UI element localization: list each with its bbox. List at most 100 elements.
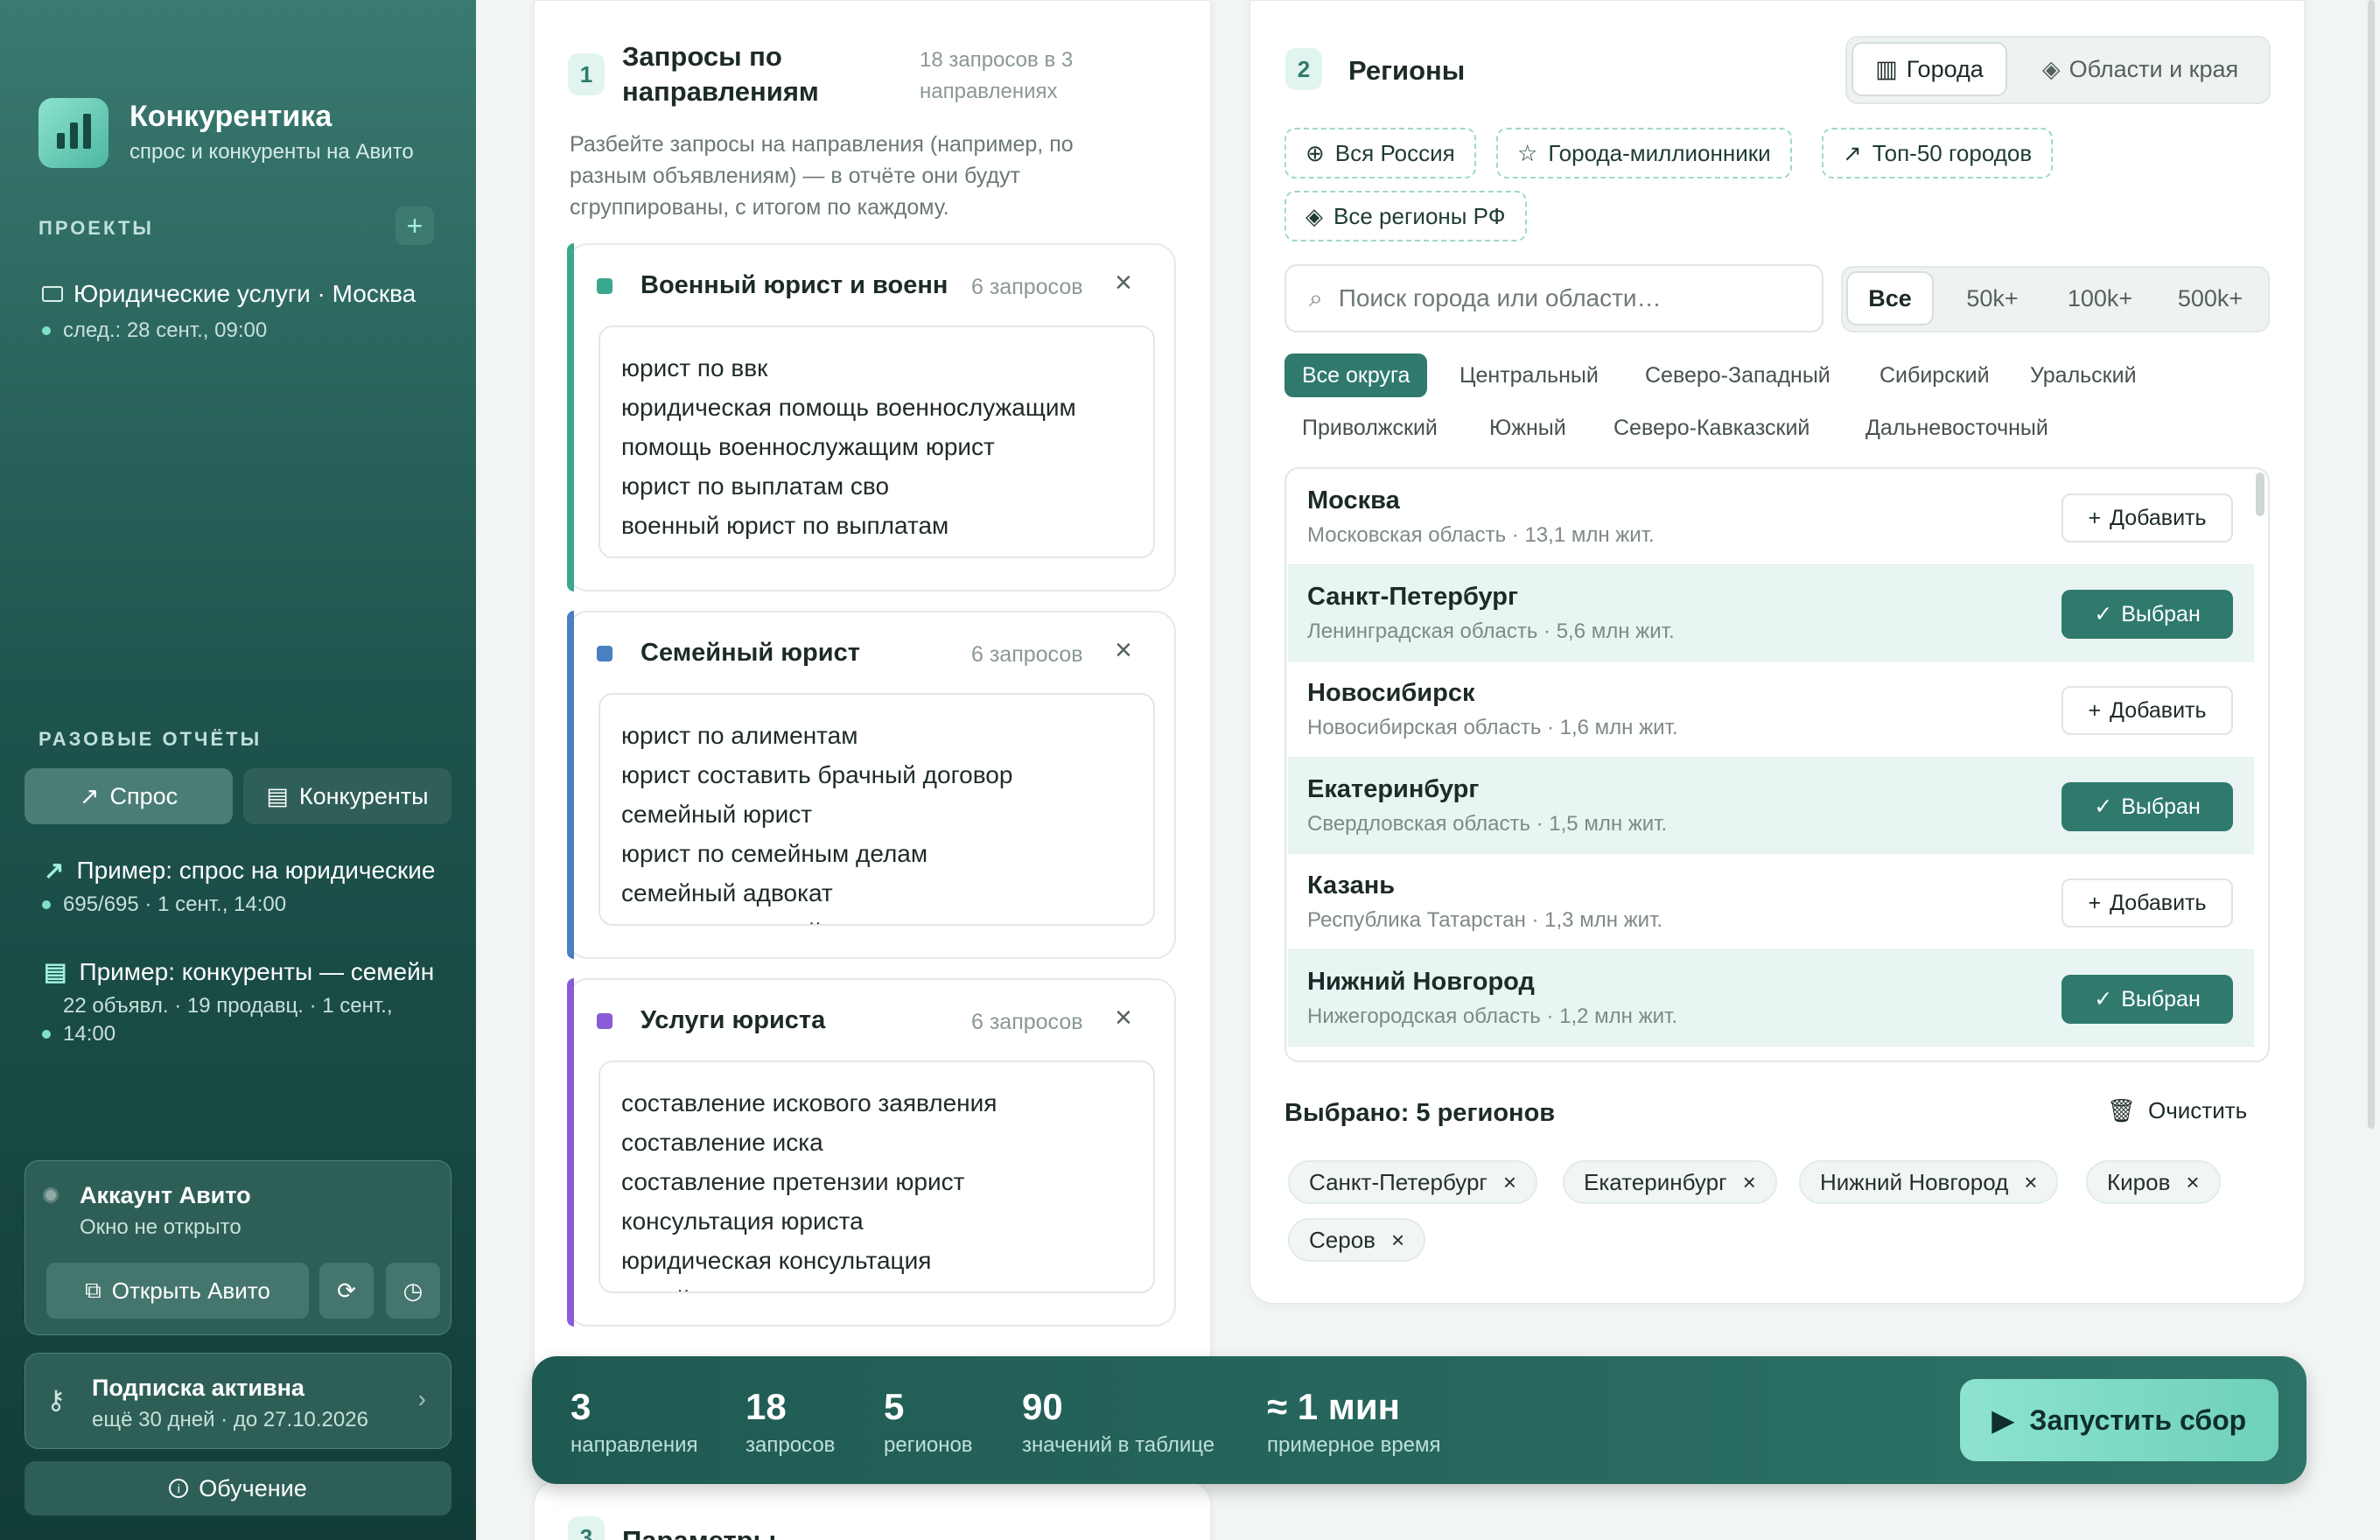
city-row[interactable]: Нижний Новгород Нижегородская область · 1… bbox=[1288, 950, 2254, 1046]
remove-pill-close-icon[interactable]: × bbox=[2186, 1169, 2199, 1196]
chip-top50[interactable]: ↗ Топ-50 городов bbox=[1822, 128, 2054, 178]
filter-500k[interactable]: 500k+ bbox=[2158, 271, 2263, 326]
selected-city-button[interactable]: ✓ Выбран bbox=[2062, 975, 2233, 1024]
project-next-text: след.: 28 сент., 09:00 bbox=[63, 318, 268, 342]
run-collection-button[interactable]: ▶ Запустить сбор bbox=[1960, 1379, 2278, 1461]
search-icon: ⌕ bbox=[1309, 284, 1323, 312]
layers-icon: ◈ bbox=[2041, 55, 2061, 82]
subscription-card[interactable]: ⚷ Подписка активна ещё 30 дней · до 27.1… bbox=[24, 1353, 452, 1449]
sidebar: Конкурентика спрос и конкуренты на Авито… bbox=[0, 0, 476, 1540]
city-name: Москва bbox=[1307, 486, 1400, 514]
remove-pill-close-icon[interactable]: × bbox=[2024, 1169, 2037, 1196]
add-city-button[interactable]: + Добавить bbox=[2062, 494, 2233, 542]
remove-group-close-icon[interactable]: × bbox=[1115, 634, 1132, 668]
education-button[interactable]: i Обучение bbox=[24, 1461, 452, 1516]
remove-pill-close-icon[interactable]: × bbox=[1391, 1227, 1404, 1254]
stat-value: 18 bbox=[746, 1386, 787, 1427]
district-north-caucasus[interactable]: Северо-Кавказский bbox=[1596, 406, 1827, 450]
district-ural[interactable]: Уральский bbox=[2012, 354, 2154, 397]
chevron-right-icon: › bbox=[417, 1385, 426, 1412]
remove-group-close-icon[interactable]: × bbox=[1115, 1001, 1132, 1035]
query-line: юридическая помощь военнослужащим bbox=[621, 394, 1076, 421]
remove-pill-close-icon[interactable]: × bbox=[1743, 1169, 1756, 1196]
queries-count-line: направлениях bbox=[920, 80, 1058, 103]
query-line: помощь военнослужащим юрист bbox=[621, 433, 995, 460]
segment-demand[interactable]: ↗ Спрос bbox=[24, 768, 233, 824]
city-row[interactable]: Москва Московская область · 13,1 млн жит.… bbox=[1288, 469, 2254, 565]
selected-city-button[interactable]: ✓ Выбран bbox=[2062, 782, 2233, 831]
stat-label: регионов bbox=[884, 1433, 973, 1457]
group-color-marker bbox=[597, 646, 612, 662]
district-south[interactable]: Южный bbox=[1472, 406, 1584, 450]
history-button[interactable]: ◷ bbox=[386, 1263, 440, 1319]
group-color-bar bbox=[567, 243, 574, 592]
project-item[interactable]: Юридические услуги · Москва bbox=[42, 280, 416, 308]
district-northwest[interactable]: Северо-Западный bbox=[1628, 354, 1848, 397]
report-item-demand[interactable]: ↗ Пример: спрос на юридические bbox=[44, 856, 438, 885]
star-icon: ☆ bbox=[1517, 139, 1538, 166]
selected-region-pill: Киров × bbox=[2086, 1160, 2221, 1204]
params-title: Параметры bbox=[622, 1525, 776, 1540]
queries-title-line: Запросы по bbox=[622, 41, 782, 72]
filter-all[interactable]: Все bbox=[1846, 271, 1934, 326]
tab-areas[interactable]: ◈ Области и края bbox=[2020, 42, 2261, 96]
page-scrollbar[interactable] bbox=[2368, 0, 2375, 1129]
remove-group-close-icon[interactable]: × bbox=[1115, 266, 1132, 300]
remove-pill-close-icon[interactable]: × bbox=[1503, 1169, 1516, 1196]
step-number: 3 bbox=[568, 1516, 605, 1540]
project-next-run: след.: 28 сент., 09:00 bbox=[42, 318, 267, 343]
add-project-button[interactable]: + bbox=[396, 206, 434, 245]
stat-directions: 3 направления bbox=[570, 1386, 698, 1458]
city-row[interactable]: Казань Республика Татарстан · 1,3 млн жит… bbox=[1288, 854, 2254, 950]
selected-city-button[interactable]: ✓ Выбран bbox=[2062, 590, 2233, 639]
tab-cities[interactable]: ▥ Города bbox=[1852, 42, 2007, 96]
group-title[interactable]: Услуги юриста bbox=[640, 1006, 948, 1035]
chip-all-russia[interactable]: ⊕ Вся Россия bbox=[1284, 128, 1476, 178]
district-siberian[interactable]: Сибирский bbox=[1862, 354, 2007, 397]
group-color-marker bbox=[597, 278, 612, 294]
info-icon: i bbox=[169, 1479, 189, 1498]
group-title[interactable]: Семейный юрист bbox=[640, 639, 948, 668]
trash-icon: 🗑 bbox=[2107, 1097, 2137, 1124]
stat-label: примерное время bbox=[1267, 1433, 1441, 1457]
district-all[interactable]: Все округа bbox=[1284, 354, 1428, 397]
city-row[interactable]: Новосибирск Новосибирская область · 1,6 м… bbox=[1288, 662, 2254, 758]
stat-value: 90 bbox=[1022, 1386, 1063, 1427]
city-row[interactable]: Санкт-Петербург Ленинградская область · 5… bbox=[1288, 565, 2254, 662]
add-city-button[interactable]: + Добавить bbox=[2062, 686, 2233, 735]
group-queries-textarea[interactable]: юрист по алиментам юрист составить брачны… bbox=[598, 693, 1155, 926]
group-queries-textarea[interactable]: юрист по ввк юридическая помощь военнослу… bbox=[598, 326, 1155, 558]
segment-competitors[interactable]: ▤ Конкуренты bbox=[243, 768, 452, 824]
district-central[interactable]: Центральный bbox=[1442, 354, 1616, 397]
group-queries-textarea[interactable]: составление искового заявления составлени… bbox=[598, 1060, 1155, 1293]
report-item-competitors[interactable]: ▤ Пример: конкуренты — семейн bbox=[44, 957, 438, 986]
filter-100k[interactable]: 100k+ bbox=[2048, 271, 2152, 326]
city-list-scrollbar[interactable] bbox=[2256, 472, 2264, 516]
store-icon: ▤ bbox=[266, 782, 289, 809]
query-line: составление иска bbox=[621, 1129, 823, 1156]
trend-icon: ↗ bbox=[44, 857, 65, 884]
stat-regions: 5 регионов bbox=[884, 1386, 973, 1458]
district-volga[interactable]: Приволжский bbox=[1284, 406, 1455, 450]
stat-label: значений в таблице bbox=[1022, 1433, 1215, 1457]
filter-50k[interactable]: 50k+ bbox=[1944, 271, 2040, 326]
account-status: Окно не открыто bbox=[80, 1215, 242, 1239]
city-name: Санкт-Петербург bbox=[1307, 583, 1519, 611]
chip-millionaire-cities[interactable]: ☆ Города-миллионники bbox=[1496, 128, 1792, 178]
report-meta-line: 22 объявл. · 19 продавц. · 1 сент., bbox=[63, 994, 393, 1018]
region-search-input[interactable]: ⌕ Поиск города или области… bbox=[1284, 264, 1824, 332]
group-title[interactable]: Военный юрист и военный bbox=[640, 271, 948, 300]
status-dot bbox=[42, 326, 51, 335]
stat-value: ≈ 1 мин bbox=[1267, 1386, 1401, 1427]
add-city-button[interactable]: + Добавить bbox=[2062, 878, 2233, 928]
status-dot bbox=[43, 1187, 59, 1203]
chip-all-regions[interactable]: ◈ Все регионы РФ bbox=[1284, 191, 1527, 242]
city-subtitle: Московская область · 13,1 млн жит. bbox=[1307, 523, 1655, 547]
open-avito-button[interactable]: ⧉ Открыть Авито bbox=[46, 1263, 309, 1319]
clear-button[interactable]: 🗑 Очистить bbox=[2107, 1097, 2247, 1124]
district-far-east[interactable]: Дальневосточный bbox=[1848, 406, 2066, 450]
city-row[interactable]: Екатеринбург Свердловская область · 1,5 м… bbox=[1288, 758, 2254, 854]
segment-competitors-label: Конкуренты bbox=[298, 782, 429, 809]
query-line: онлайн консультация юриста bbox=[621, 1280, 1132, 1292]
refresh-button[interactable]: ⟳ bbox=[319, 1263, 374, 1319]
